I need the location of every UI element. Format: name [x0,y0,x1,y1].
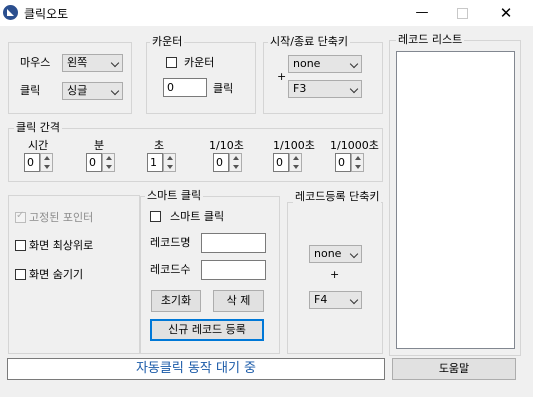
interval-hundredths-label: 1/100초 [273,139,315,152]
record-name-input[interactable] [201,233,266,253]
record-count-input[interactable] [201,260,266,280]
counter-checkbox-label: 카운터 [184,56,215,69]
chevron-down-icon [349,249,359,259]
counter-unit-label: 클릭 [213,82,234,95]
click-type-label: 클릭 [20,84,41,97]
top-most-checkbox[interactable] [15,240,26,251]
smart-click-title: 스마트 클릭 [145,189,204,202]
chevron-down-icon [349,59,359,69]
record-hotkey-modifier-value: none [314,247,342,260]
spinner-buttons[interactable] [163,153,176,172]
arrow-up-icon[interactable] [106,156,112,160]
status-text: 자동클릭 동작 대기 중 [7,358,385,380]
interval-tenths-spinner[interactable]: 0 [213,153,243,172]
hotkey-group-title: 시작/종료 단축키 [268,35,351,48]
delete-button[interactable]: 삭 제 [213,290,264,312]
arrow-down-icon[interactable] [355,165,361,169]
maximize-button[interactable] [442,0,482,26]
click-interval-title: 클릭 간격 [14,121,62,134]
click-type-value: 싱글 [67,84,88,97]
interval-hours-label: 시간 [28,139,49,152]
arrow-down-icon[interactable] [233,165,239,169]
interval-hundredths-spinner[interactable]: 0 [273,153,303,172]
hotkey-modifier-select[interactable]: none [288,55,362,73]
reset-button[interactable]: 초기화 [151,290,201,312]
interval-tenths-label: 1/10초 [209,139,244,152]
smart-click-checkbox[interactable] [150,211,161,222]
record-hotkey-title: 레코드등록 단축키 [293,190,382,203]
interval-minutes-spinner[interactable]: 0 [86,153,116,172]
interval-thousandths-spinner[interactable]: 0 [335,153,365,172]
arrow-down-icon[interactable] [44,165,50,169]
record-hotkey-plus-label: + [330,268,340,281]
top-most-label: 화면 최상위로 [29,239,94,252]
arrow-down-icon[interactable] [293,165,299,169]
click-type-select[interactable]: 싱글 [62,82,123,100]
chevron-down-icon [349,295,359,305]
chevron-down-icon [110,86,120,96]
record-list-title: 레코드 리스트 [396,33,465,46]
counter-checkbox[interactable] [166,57,177,68]
arrow-up-icon[interactable] [44,156,50,160]
chevron-down-icon [110,58,120,68]
new-record-button[interactable]: 신규 레코드 등록 [150,319,264,341]
hotkey-key-value: F3 [293,82,307,95]
mouse-button-value: 왼쪽 [67,56,88,69]
hotkey-modifier-value: none [293,57,321,70]
interval-minutes-value[interactable]: 0 [86,153,102,172]
spinner-buttons[interactable] [40,153,53,172]
record-hotkey-key-value: F4 [314,293,328,306]
mouse-button-select[interactable]: 왼쪽 [62,54,123,72]
smart-click-checkbox-label: 스마트 클릭 [170,210,225,223]
arrow-up-icon[interactable] [233,156,239,160]
interval-hundredths-value[interactable]: 0 [273,153,289,172]
arrow-down-icon[interactable] [106,165,112,169]
counter-group-title: 카운터 [150,35,185,48]
spinner-buttons[interactable] [229,153,242,172]
app-icon [3,5,18,20]
fixed-pointer-label: 고정된 포인터 [29,211,94,224]
counter-input[interactable]: 0 [163,78,207,97]
click-interval-group [8,128,383,182]
arrow-up-icon[interactable] [355,156,361,160]
interval-seconds-spinner[interactable]: 1 [147,153,177,172]
hide-screen-label: 화면 숨기기 [29,268,84,281]
hotkey-key-select[interactable]: F3 [288,80,362,98]
help-button[interactable]: 도움말 [392,358,516,380]
interval-seconds-label: 초 [154,139,165,152]
record-name-label: 레코드명 [150,236,191,249]
record-hotkey-modifier-select[interactable]: none [309,245,362,263]
interval-thousandths-label: 1/1000초 [330,139,379,152]
interval-minutes-label: 분 [94,139,105,152]
arrow-up-icon[interactable] [293,156,299,160]
hide-screen-checkbox[interactable] [15,269,26,280]
interval-hours-spinner[interactable]: 0 [24,153,54,172]
record-count-label: 레코드수 [150,263,191,276]
interval-seconds-value[interactable]: 1 [147,153,163,172]
interval-thousandths-value[interactable]: 0 [335,153,351,172]
maximize-icon [457,8,468,19]
interval-hours-value[interactable]: 0 [24,153,40,172]
close-button[interactable]: ✕ [486,0,526,26]
arrow-down-icon[interactable] [167,165,173,169]
mouse-label: 마우스 [20,56,51,69]
hotkey-plus-label: + [277,70,287,83]
fixed-pointer-checkbox[interactable] [15,210,26,223]
spinner-buttons[interactable] [351,153,364,172]
minimize-button[interactable]: — [402,0,442,26]
mouse-group [8,42,132,114]
chevron-down-icon [349,84,359,94]
spinner-buttons[interactable] [289,153,302,172]
arrow-up-icon[interactable] [167,156,173,160]
window-title: 클릭오토 [24,7,69,21]
record-listbox[interactable] [396,51,515,349]
interval-tenths-value[interactable]: 0 [213,153,229,172]
spinner-buttons[interactable] [102,153,115,172]
record-hotkey-key-select[interactable]: F4 [309,291,362,309]
